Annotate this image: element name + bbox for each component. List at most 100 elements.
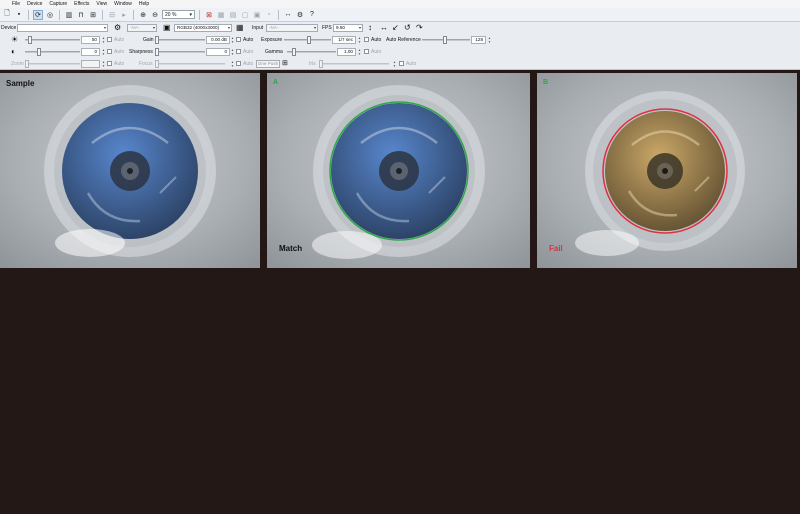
gamma-spinner[interactable]: ▴ ▾ xyxy=(357,48,362,56)
menu-file[interactable]: File xyxy=(12,0,20,8)
focus-slider-thumb[interactable] xyxy=(155,60,159,68)
auto-reference-spinner[interactable]: ▴ ▾ xyxy=(487,36,492,44)
snapshot-icon[interactable]: ◎ xyxy=(45,10,55,20)
exposure-slider-thumb[interactable] xyxy=(307,36,311,44)
layout-icon-3[interactable]: ▣ xyxy=(252,10,262,20)
brightness-slider-thumb[interactable] xyxy=(28,36,32,44)
reference-b-view[interactable]: B Fail xyxy=(537,73,797,268)
grid-icon[interactable]: ▦ xyxy=(216,10,226,20)
brightness-slider[interactable] xyxy=(25,36,80,44)
flip-horizontal-icon[interactable]: ↔ xyxy=(380,23,388,33)
gamma-slider-thumb[interactable] xyxy=(292,48,296,56)
iris-spinner[interactable]: ▴ ▾ xyxy=(392,60,397,68)
settings-icon[interactable]: ⚙ xyxy=(114,23,121,33)
iris-label: Iris xyxy=(309,61,316,67)
gain-value[interactable]: 0.00 dB xyxy=(206,36,230,44)
auto-reference-slider-thumb[interactable] xyxy=(443,36,447,44)
sharpness-slider-thumb[interactable] xyxy=(155,48,159,56)
contrast-slider-thumb[interactable] xyxy=(37,48,41,56)
format-value: RGB32 (4000x3000) xyxy=(177,25,220,30)
color-icon[interactable]: ▦ xyxy=(236,23,244,33)
zoom-slider-thumb[interactable] xyxy=(25,60,29,68)
tools-icon[interactable]: ⚙ xyxy=(295,10,305,20)
rotate-left-icon[interactable]: ↙ xyxy=(392,23,399,33)
exposure-auto-checkbox[interactable] xyxy=(364,37,369,42)
capture-icon[interactable]: ⟳ xyxy=(33,9,43,20)
exposure-spinner[interactable]: ▴ ▾ xyxy=(357,36,362,44)
zoom-out-icon[interactable]: ⊖ xyxy=(150,10,160,20)
fps-select[interactable]: 9.50 ▾ xyxy=(333,24,363,32)
crosshair-icon[interactable]: ⊠ xyxy=(204,10,214,20)
layout-icon-4[interactable]: ▫ xyxy=(264,10,274,20)
save-icon[interactable]: ▪ xyxy=(14,10,24,20)
gain-slider-thumb[interactable] xyxy=(155,36,159,44)
contrast-spinner[interactable]: ▴ ▾ xyxy=(101,48,106,56)
contrast-auto-checkbox[interactable] xyxy=(107,49,112,54)
record-icon[interactable]: ⊟ xyxy=(107,10,117,20)
measure-icon[interactable]: ↔ xyxy=(283,10,293,20)
sharpness-slider[interactable] xyxy=(155,48,205,56)
zoom-in-icon[interactable]: ⊕ xyxy=(138,10,148,20)
menu-window[interactable]: Window xyxy=(114,0,132,8)
iris-auto-checkbox[interactable] xyxy=(399,61,404,66)
brightness-value[interactable]: 50 xyxy=(81,36,100,44)
zoom-spinner[interactable]: ▴ ▾ xyxy=(101,60,106,68)
resolution-select[interactable]: -NA- ▾ xyxy=(127,24,157,32)
histogram-icon[interactable]: ▥ xyxy=(64,10,74,20)
input-select[interactable]: -NA- ▾ xyxy=(266,24,318,32)
gain-auto-checkbox[interactable] xyxy=(236,37,241,42)
sharpness-value[interactable]: 0 xyxy=(206,48,230,56)
toolbar-separator xyxy=(199,9,200,20)
crosshair-icon[interactable]: ⊞ xyxy=(282,59,288,69)
gamma-value[interactable]: 1.00 xyxy=(337,48,356,56)
focus-spinner[interactable]: ▴ ▾ xyxy=(230,60,235,68)
zoom-select[interactable]: 20 % ▾ xyxy=(162,10,195,19)
menu-view[interactable]: View xyxy=(96,0,107,8)
flip-vertical-icon[interactable]: ↕ xyxy=(368,23,372,33)
rotate-right-icon[interactable]: ↷ xyxy=(416,23,423,33)
rotate-icon[interactable]: ↺ xyxy=(404,23,411,33)
exposure-value[interactable]: 1/7 sec xyxy=(332,36,356,44)
focus-auto-checkbox[interactable] xyxy=(236,61,241,66)
gain-auto-label: Auto xyxy=(243,37,254,43)
one-push-button[interactable]: One Push xyxy=(256,60,280,68)
new-file-icon[interactable]: 🗋 xyxy=(2,10,12,20)
iris-slider[interactable] xyxy=(319,60,389,68)
gain-slider[interactable] xyxy=(155,36,205,44)
menu-help[interactable]: Help xyxy=(139,0,149,8)
auto-reference-value[interactable]: 128 xyxy=(471,36,486,44)
format-select[interactable]: RGB32 (4000x3000) ▾ xyxy=(174,24,232,32)
gamma-slider[interactable] xyxy=(287,48,336,56)
brightness-auto-checkbox[interactable] xyxy=(107,37,112,42)
iris-slider-thumb[interactable] xyxy=(319,60,323,68)
usb-icon[interactable]: ⊞ xyxy=(88,10,98,20)
help-icon[interactable]: ? xyxy=(307,10,317,20)
auto-reference-slider[interactable] xyxy=(422,36,470,44)
format-icon[interactable]: ▣ xyxy=(163,23,171,33)
play-icon[interactable]: ▸ xyxy=(119,10,129,20)
brightness-spinner[interactable]: ▴ ▾ xyxy=(101,36,106,44)
sharpness-auto-checkbox[interactable] xyxy=(236,49,241,54)
zoom-slider[interactable] xyxy=(25,60,80,68)
gamma-auto-checkbox[interactable] xyxy=(364,49,369,54)
reference-a-view[interactable]: A Match xyxy=(267,73,530,268)
sample-view[interactable]: Sample xyxy=(0,73,260,268)
exposure-slider[interactable] xyxy=(284,36,331,44)
zoom-level-value[interactable] xyxy=(81,60,100,68)
contrast-value[interactable]: 0 xyxy=(81,48,100,56)
waveform-icon[interactable]: ⊓ xyxy=(76,10,86,20)
layout-icon-2[interactable]: ▢ xyxy=(240,10,250,20)
zoom-auto-checkbox[interactable] xyxy=(107,61,112,66)
zoom-value: 20 % xyxy=(165,11,177,18)
focus-slider[interactable] xyxy=(155,60,225,68)
menu-effects[interactable]: Effects xyxy=(74,0,89,8)
layout-icon[interactable]: ▤ xyxy=(228,10,238,20)
vial-cap-image xyxy=(537,73,797,268)
sharpness-spinner[interactable]: ▴ ▾ xyxy=(230,48,235,56)
device-select[interactable]: ▾ xyxy=(17,24,108,32)
menu-device[interactable]: Device xyxy=(27,0,42,8)
contrast-slider[interactable] xyxy=(25,48,80,56)
menu-capture[interactable]: Capture xyxy=(49,0,67,8)
gain-spinner[interactable]: ▴ ▾ xyxy=(230,36,235,44)
toolbar-separator xyxy=(133,9,134,20)
